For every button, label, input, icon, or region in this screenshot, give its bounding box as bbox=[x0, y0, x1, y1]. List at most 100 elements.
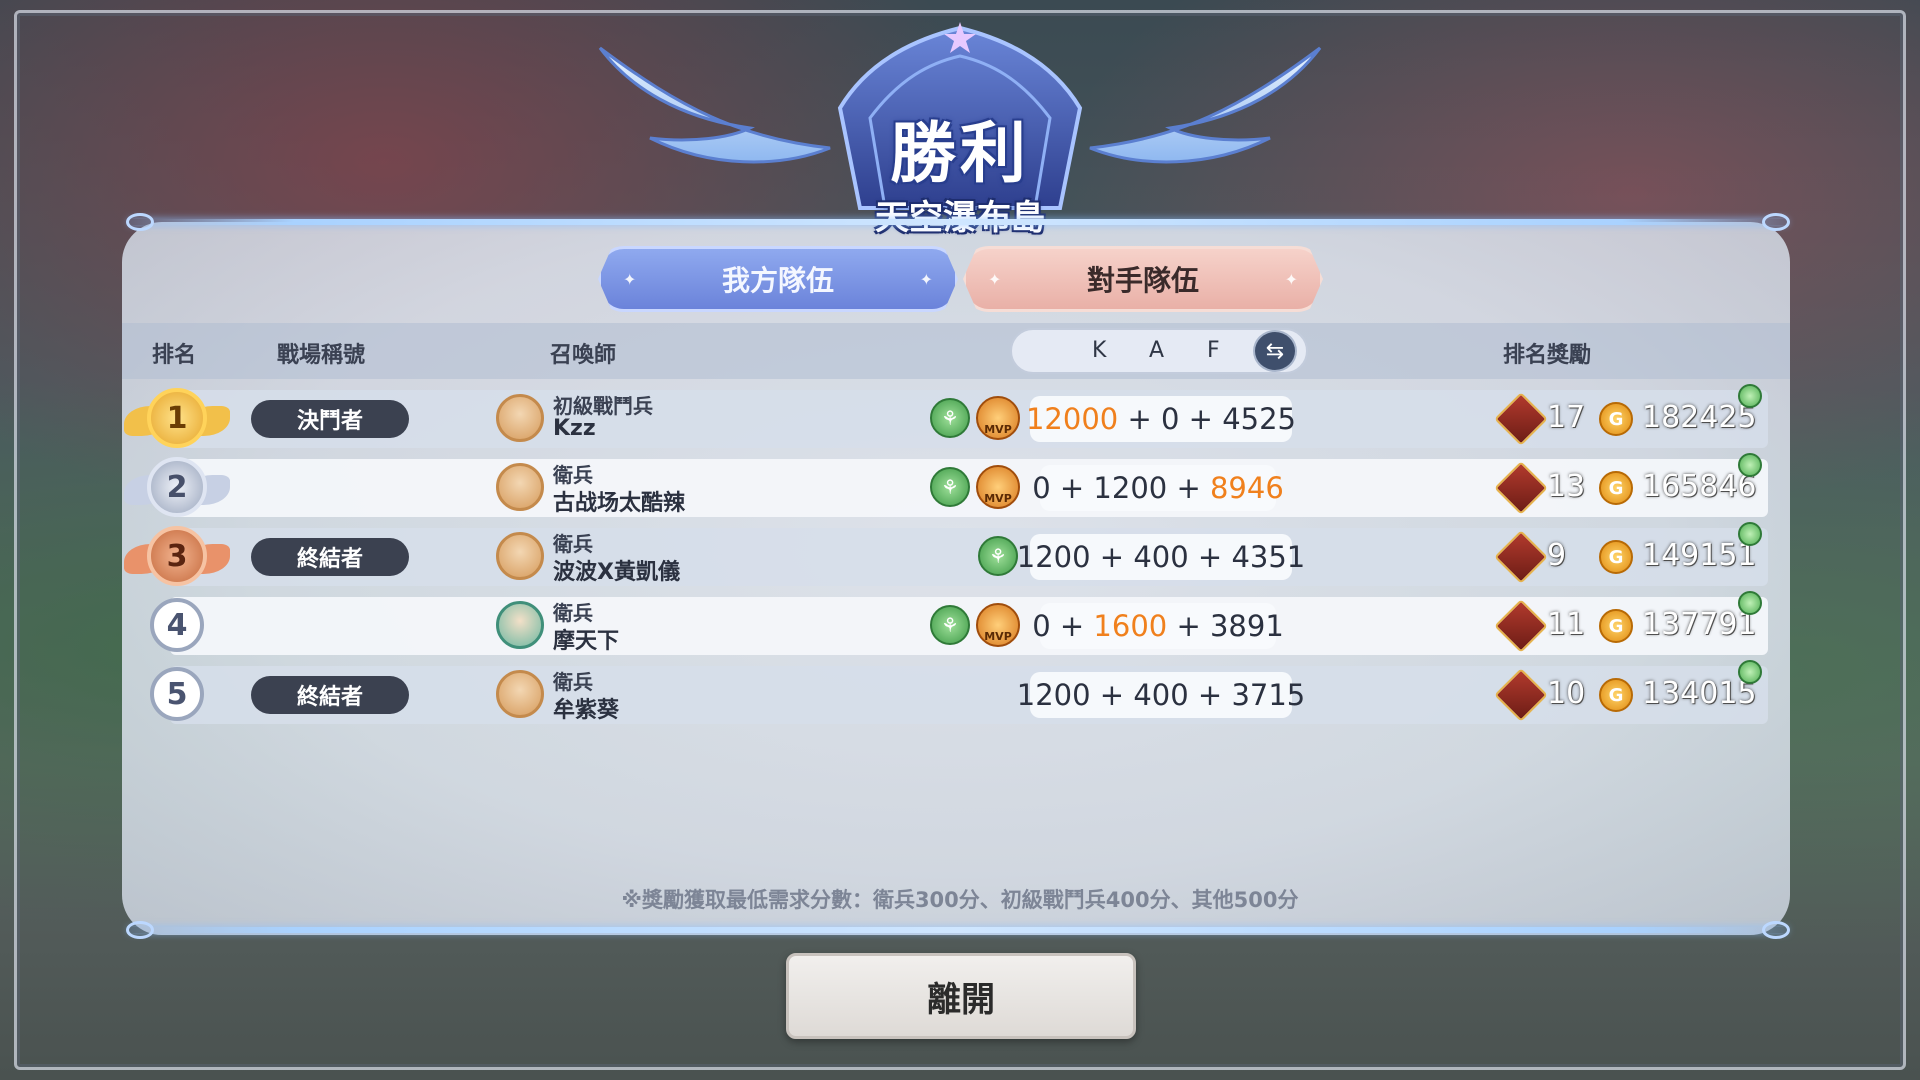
score-k: 1200 bbox=[1016, 678, 1091, 712]
gold-coin-icon: G bbox=[1599, 402, 1633, 436]
score-a: 1600 bbox=[1093, 609, 1168, 643]
player-name: 摩天下 bbox=[553, 629, 620, 654]
col-rank: 排名 bbox=[152, 343, 197, 368]
avatar[interactable] bbox=[496, 463, 544, 511]
score-f: 3715 bbox=[1231, 678, 1306, 712]
score-f: 4525 bbox=[1222, 402, 1297, 436]
swap-button[interactable]: ⇆ bbox=[1253, 330, 1297, 372]
score-k: 0 bbox=[1032, 609, 1051, 643]
plus: + bbox=[1176, 471, 1201, 505]
coin-count: 137791 bbox=[1642, 607, 1757, 642]
avatar[interactable] bbox=[496, 670, 544, 718]
plus: + bbox=[1188, 402, 1213, 436]
reward-count: 10 bbox=[1547, 676, 1586, 711]
kaf-score: 1200 + 400 + 3715 bbox=[1017, 672, 1305, 718]
avatar[interactable] bbox=[496, 532, 544, 580]
plus: + bbox=[1059, 471, 1085, 505]
gift-icon[interactable] bbox=[1738, 384, 1762, 408]
player-rank-title: 初級戰鬥兵 bbox=[553, 394, 653, 418]
gold-coin-icon: G bbox=[1599, 609, 1633, 643]
plus: + bbox=[1099, 540, 1125, 574]
kaf-score: 0 + 1200 + 8946 bbox=[1032, 465, 1284, 511]
victory-title: 勝利 bbox=[890, 115, 1030, 192]
plus: + bbox=[1099, 678, 1125, 712]
bottom-divider bbox=[128, 927, 1788, 933]
sparkle-icon: ✦ bbox=[988, 269, 1002, 289]
plus: + bbox=[1059, 609, 1085, 643]
plus: + bbox=[1197, 678, 1223, 712]
player-name: 古战场太酷辣 bbox=[553, 491, 686, 516]
rank-badge: 4 bbox=[150, 598, 204, 652]
reward-count: 11 bbox=[1547, 607, 1586, 642]
player-rank-title: 衛兵 bbox=[553, 670, 593, 694]
leaf-badge-icon: ⚘ bbox=[930, 398, 970, 438]
gold-coin-icon: G bbox=[1599, 471, 1633, 505]
plus: + bbox=[1127, 402, 1152, 436]
reward-count: 13 bbox=[1547, 469, 1586, 504]
score-a: 1200 bbox=[1093, 471, 1168, 505]
player-name: 牟紫葵 bbox=[553, 698, 620, 723]
reward-count: 9 bbox=[1547, 538, 1567, 573]
coin-count: 182425 bbox=[1642, 400, 1757, 435]
victory-emblem: 勝利 天空瀑布島 bbox=[540, 18, 1380, 238]
mvp-medal-icon: MVP bbox=[976, 465, 1020, 509]
coin-count: 149151 bbox=[1642, 538, 1757, 573]
tab-our-team[interactable]: ✦ 我方隊伍 ✦ bbox=[598, 246, 958, 312]
divider-end-icon bbox=[126, 213, 154, 231]
leaf-badge-icon: ⚘ bbox=[930, 605, 970, 645]
reward-count: 17 bbox=[1547, 400, 1586, 435]
leave-button[interactable]: 離開 bbox=[786, 953, 1136, 1039]
kaf-score: 12000 + 0 + 4525 bbox=[1026, 396, 1296, 442]
divider-end-icon bbox=[1762, 213, 1790, 231]
gift-icon[interactable] bbox=[1738, 591, 1762, 615]
col-reward: 排名獎勵 bbox=[1503, 343, 1592, 368]
mvp-medal-icon: MVP bbox=[976, 603, 1020, 647]
gift-icon[interactable] bbox=[1738, 453, 1762, 477]
mvp-medal-icon: MVP bbox=[976, 396, 1020, 440]
tab-opponent-team-label: 對手隊伍 bbox=[1086, 264, 1199, 297]
sparkle-icon: ✦ bbox=[919, 269, 933, 289]
player-rank-title: 衛兵 bbox=[553, 601, 593, 625]
avatar[interactable] bbox=[496, 394, 544, 442]
player-name: 波波X黃凱儀 bbox=[553, 560, 680, 585]
avatar[interactable] bbox=[496, 601, 544, 649]
kaf-score: 0 + 1600 + 3891 bbox=[1032, 603, 1284, 649]
gift-icon[interactable] bbox=[1738, 660, 1762, 684]
gold-coin-icon: G bbox=[1599, 678, 1633, 712]
score-k: 1200 bbox=[1016, 540, 1091, 574]
rank-badge: 5 bbox=[150, 667, 204, 721]
score-a: 0 bbox=[1161, 402, 1180, 436]
sparkle-icon: ✦ bbox=[1284, 269, 1298, 289]
leaf-badge-icon: ⚘ bbox=[978, 536, 1018, 576]
col-f: F bbox=[1207, 338, 1220, 363]
score-f: 4351 bbox=[1231, 540, 1306, 574]
score-a: 400 bbox=[1133, 540, 1189, 574]
battle-title-badge: 決鬥者 bbox=[251, 400, 409, 438]
swap-arrows-icon: ⇆ bbox=[1265, 338, 1285, 364]
player-rank-title: 衛兵 bbox=[553, 463, 593, 487]
rank-badge: 2 bbox=[147, 457, 207, 517]
rank-badge: 1 bbox=[147, 388, 207, 448]
plus: + bbox=[1176, 609, 1201, 643]
score-f: 3891 bbox=[1209, 609, 1284, 643]
tab-opponent-team[interactable]: ✦ 對手隊伍 ✦ bbox=[963, 246, 1323, 312]
score-k: 12000 bbox=[1025, 402, 1119, 436]
coin-count: 134015 bbox=[1642, 676, 1757, 711]
sparkle-icon: ✦ bbox=[623, 269, 637, 289]
player-rank-title: 衛兵 bbox=[553, 532, 593, 556]
battle-title-badge: 終結者 bbox=[251, 538, 409, 576]
gift-icon[interactable] bbox=[1738, 522, 1762, 546]
col-a: A bbox=[1149, 338, 1165, 363]
plus: + bbox=[1197, 540, 1223, 574]
score-a: 400 bbox=[1133, 678, 1189, 712]
col-k: K bbox=[1092, 338, 1107, 363]
score-f: 8946 bbox=[1209, 471, 1284, 505]
tab-our-team-label: 我方隊伍 bbox=[721, 264, 834, 297]
col-summoner: 召喚師 bbox=[550, 343, 617, 368]
player-name: Kzz bbox=[553, 416, 596, 441]
gold-coin-icon: G bbox=[1599, 540, 1633, 574]
top-divider bbox=[128, 219, 1788, 225]
col-title: 戰場稱號 bbox=[277, 343, 366, 368]
divider-end-icon bbox=[126, 921, 154, 939]
leaf-badge-icon: ⚘ bbox=[930, 467, 970, 507]
